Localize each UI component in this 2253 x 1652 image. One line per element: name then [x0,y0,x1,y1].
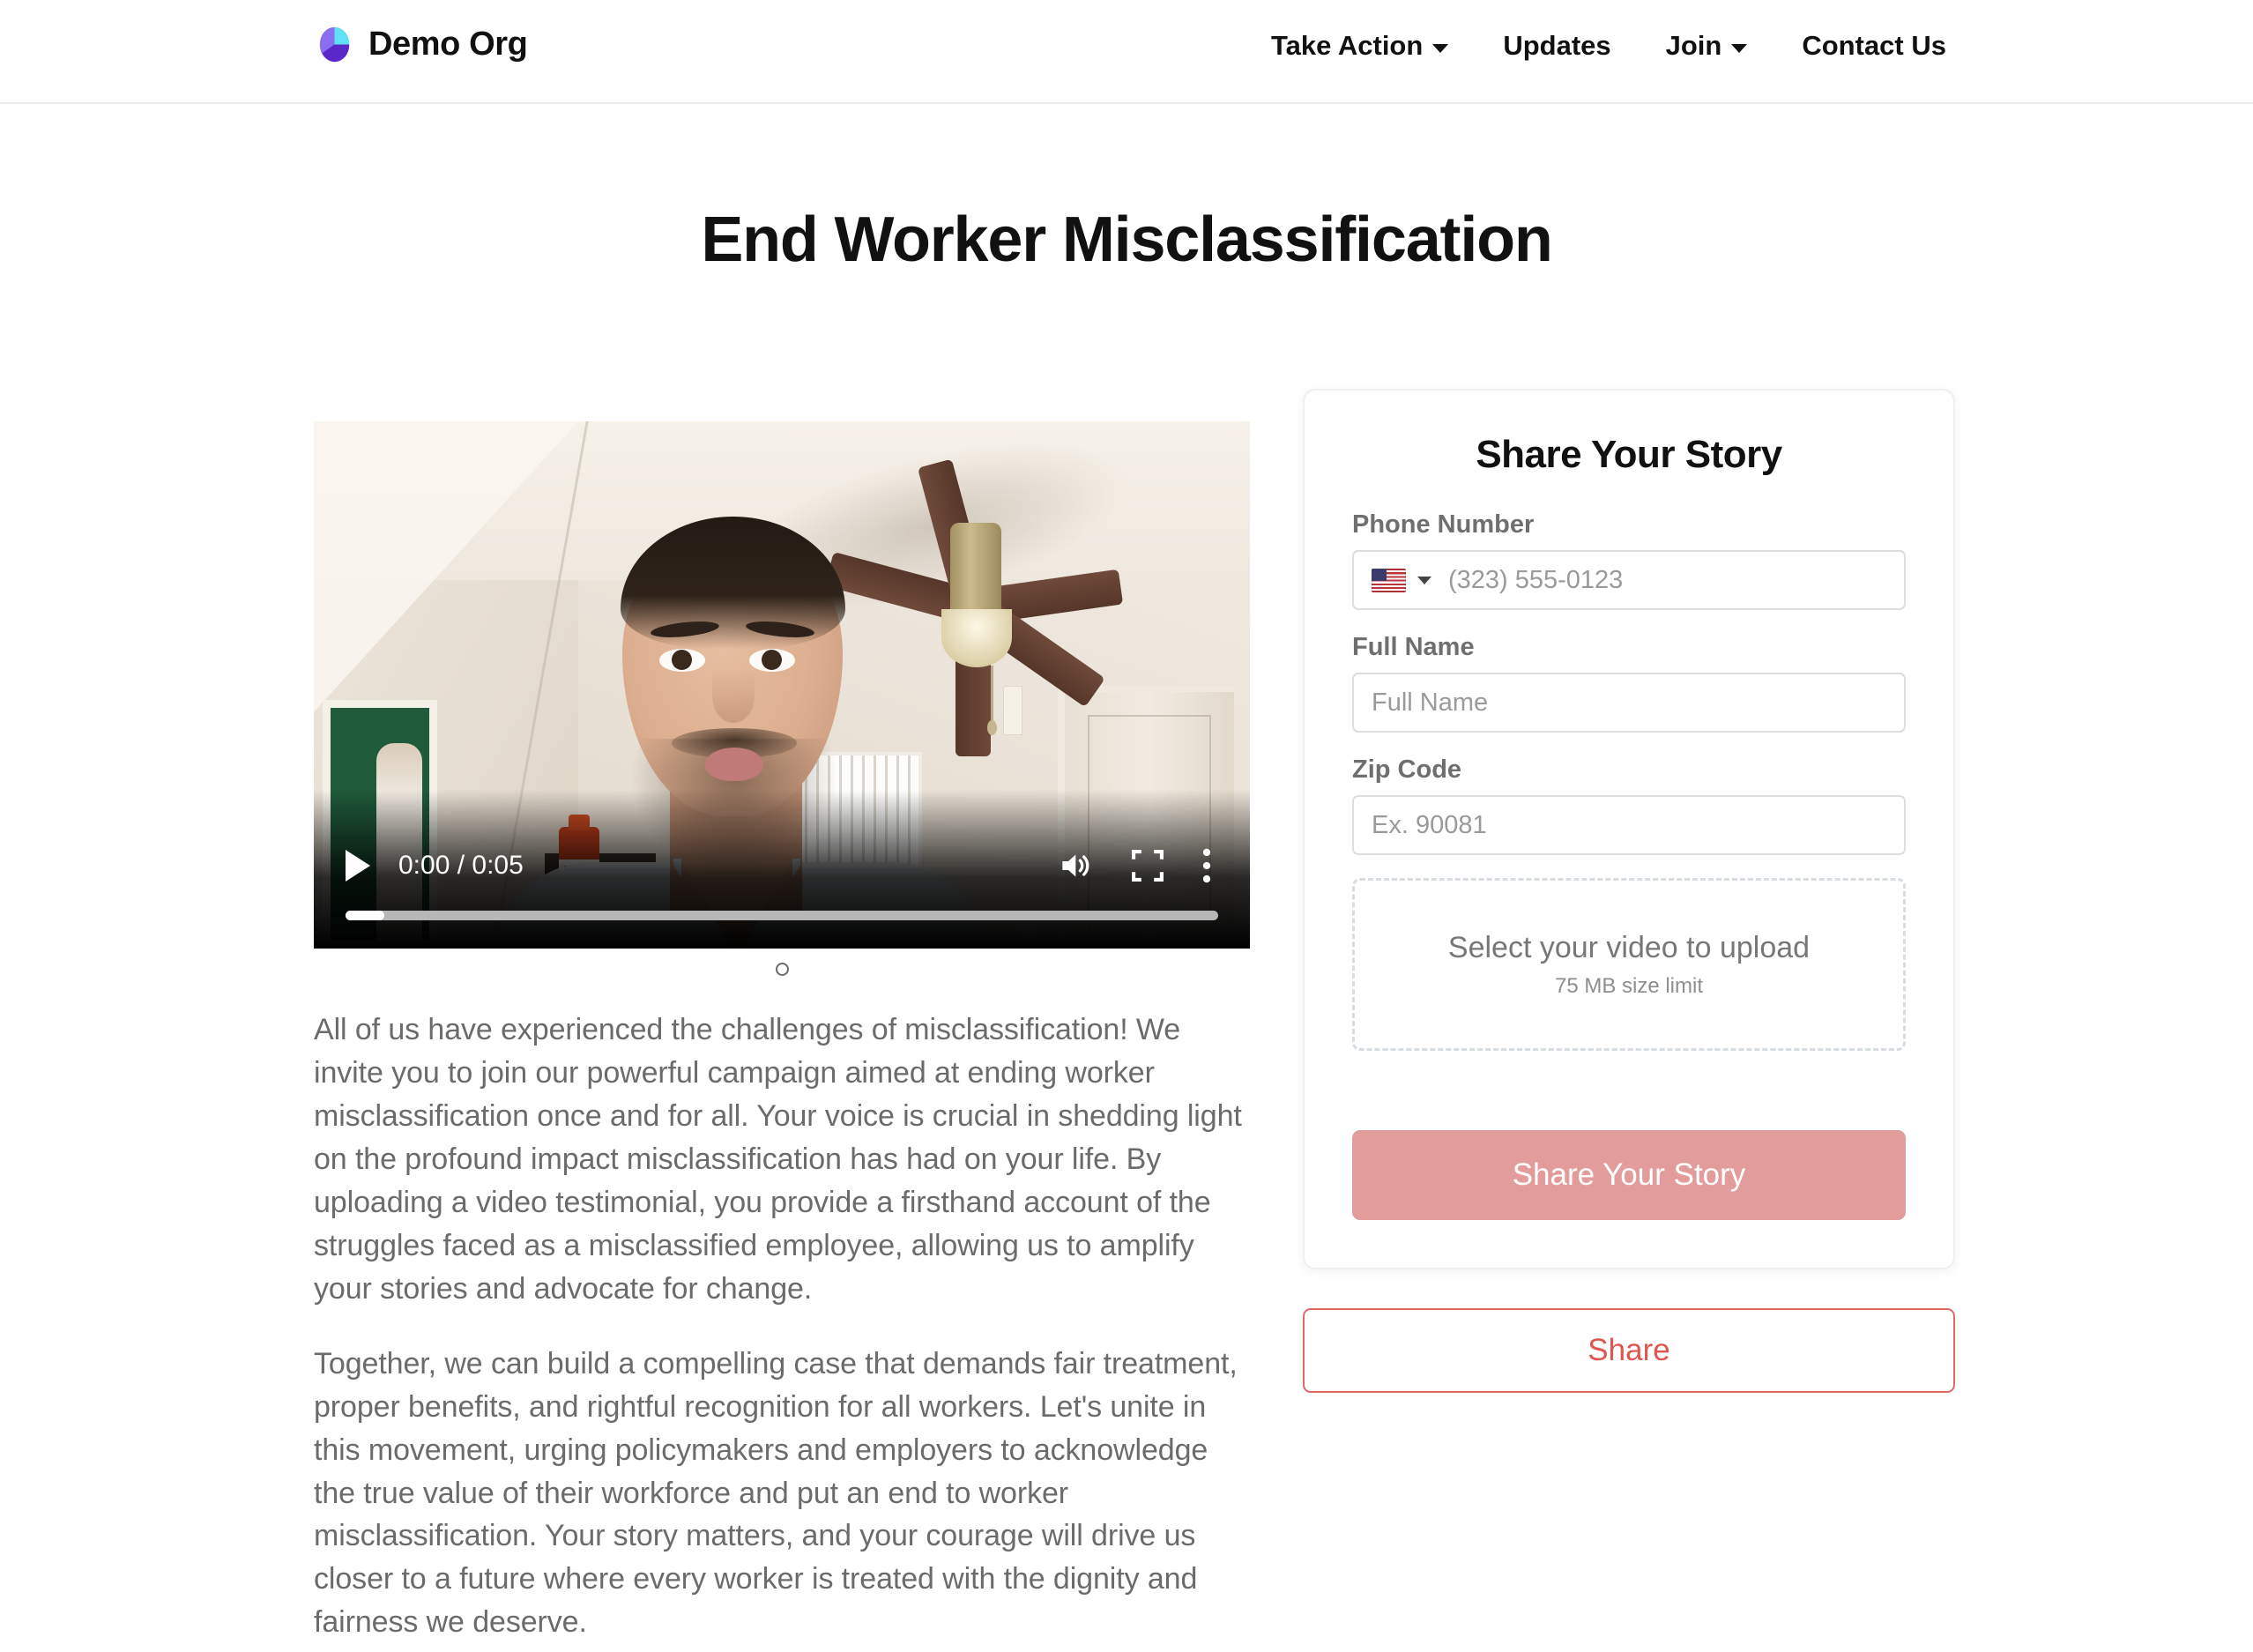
main-navigation: Take Action Updates Join Contact Us [1271,26,1946,65]
body-paragraph-1: All of us have experienced the challenge… [314,1013,1242,1306]
nav-item-updates[interactable]: Updates [1503,26,1610,65]
brand-logo-link[interactable]: Demo Org [314,24,528,65]
video-controls-bar: 0:00 / 0:05 [314,841,1250,890]
phone-number-label: Phone Number [1352,510,1535,539]
chevron-down-icon [1432,44,1449,53]
video-progress-bar[interactable] [346,911,1218,920]
carousel-indicator [314,949,1250,989]
body-paragraph-2: Together, we can build a compelling case… [314,1346,1238,1640]
right-form-column: Share Your Story Phone Number (323) 555-… [1303,389,1955,1393]
body-copy: All of us have experienced the challenge… [314,1008,1250,1644]
nav-label-join: Join [1665,30,1722,61]
demo-org-logo-icon [319,26,350,63]
more-options-icon[interactable] [1201,848,1213,883]
volume-icon[interactable] [1060,851,1095,881]
full-name-field[interactable]: Full Name [1352,673,1906,733]
form-title: Share Your Story [1476,433,1782,476]
full-name-placeholder: Full Name [1372,688,1489,717]
phone-number-placeholder: (323) 555-0123 [1448,565,1624,594]
fullscreen-icon[interactable] [1132,850,1164,882]
carousel-dot[interactable] [775,962,789,976]
zip-code-label: Zip Code [1352,755,1462,784]
left-content-column: 0:00 / 0:05 All of us have experienced t… [314,421,1250,1644]
nav-item-join[interactable]: Join [1666,26,1748,65]
full-name-label: Full Name [1352,633,1475,661]
country-chevron-down-icon[interactable] [1417,576,1431,584]
zip-code-placeholder: Ex. 90081 [1372,810,1487,839]
video-player[interactable]: 0:00 / 0:05 [314,421,1250,949]
nav-item-take-action[interactable]: Take Action [1271,26,1449,65]
phone-number-field[interactable]: (323) 555-0123 [1352,550,1906,610]
video-upload-dropzone[interactable]: Select your video to upload 75 MB size l… [1352,878,1906,1051]
chevron-down-icon [1731,44,1748,53]
nav-label-contact-us: Contact Us [1802,30,1946,61]
brand-name: Demo Org [368,26,528,63]
us-flag-icon[interactable] [1372,568,1406,592]
video-progress-handle[interactable] [346,911,384,920]
play-icon[interactable] [346,850,370,882]
zip-code-field[interactable]: Ex. 90081 [1352,795,1906,855]
nav-label-take-action: Take Action [1271,30,1424,61]
share-your-story-card: Share Your Story Phone Number (323) 555-… [1303,389,1955,1269]
nav-item-contact-us[interactable]: Contact Us [1802,26,1946,65]
share-your-story-submit-button[interactable]: Share Your Story [1352,1130,1906,1220]
video-time-display: 0:00 / 0:05 [398,851,524,880]
site-header: Demo Org Take Action Updates Join Contac… [0,0,2253,104]
share-button[interactable]: Share [1303,1308,1955,1393]
upload-size-limit: 75 MB size limit [1554,973,1704,998]
upload-prompt: Select your video to upload [1447,930,1811,964]
nav-label-updates: Updates [1503,30,1611,61]
page-title: End Worker Misclassification [701,205,1553,275]
